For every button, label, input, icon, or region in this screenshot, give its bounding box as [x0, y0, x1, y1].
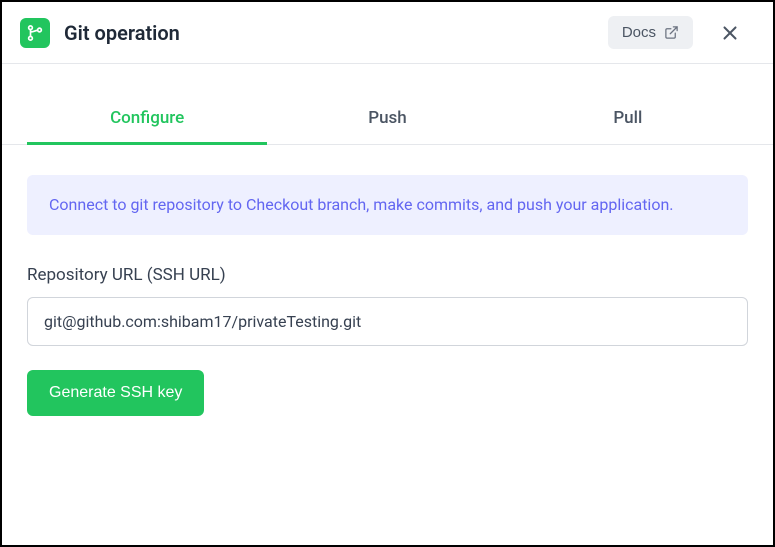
content-area: Connect to git repository to Checkout br… — [2, 145, 773, 446]
git-icon — [20, 18, 50, 48]
tab-push[interactable]: Push — [267, 94, 507, 145]
docs-button[interactable]: Docs — [608, 16, 693, 49]
generate-ssh-key-button[interactable]: Generate SSH key — [27, 370, 204, 416]
tab-bar: Configure Push Pull — [2, 94, 773, 145]
repo-url-label: Repository URL (SSH URL) — [27, 265, 748, 285]
tab-pull[interactable]: Pull — [508, 94, 748, 145]
close-icon — [719, 22, 741, 44]
repo-url-input[interactable] — [27, 297, 748, 346]
dialog-header: Git operation Docs — [2, 2, 773, 64]
info-banner: Connect to git repository to Checkout br… — [27, 175, 748, 235]
close-button[interactable] — [715, 18, 745, 48]
external-link-icon — [664, 25, 679, 40]
docs-label: Docs — [622, 24, 656, 41]
tab-configure[interactable]: Configure — [27, 94, 267, 145]
dialog-title: Git operation — [64, 21, 608, 45]
